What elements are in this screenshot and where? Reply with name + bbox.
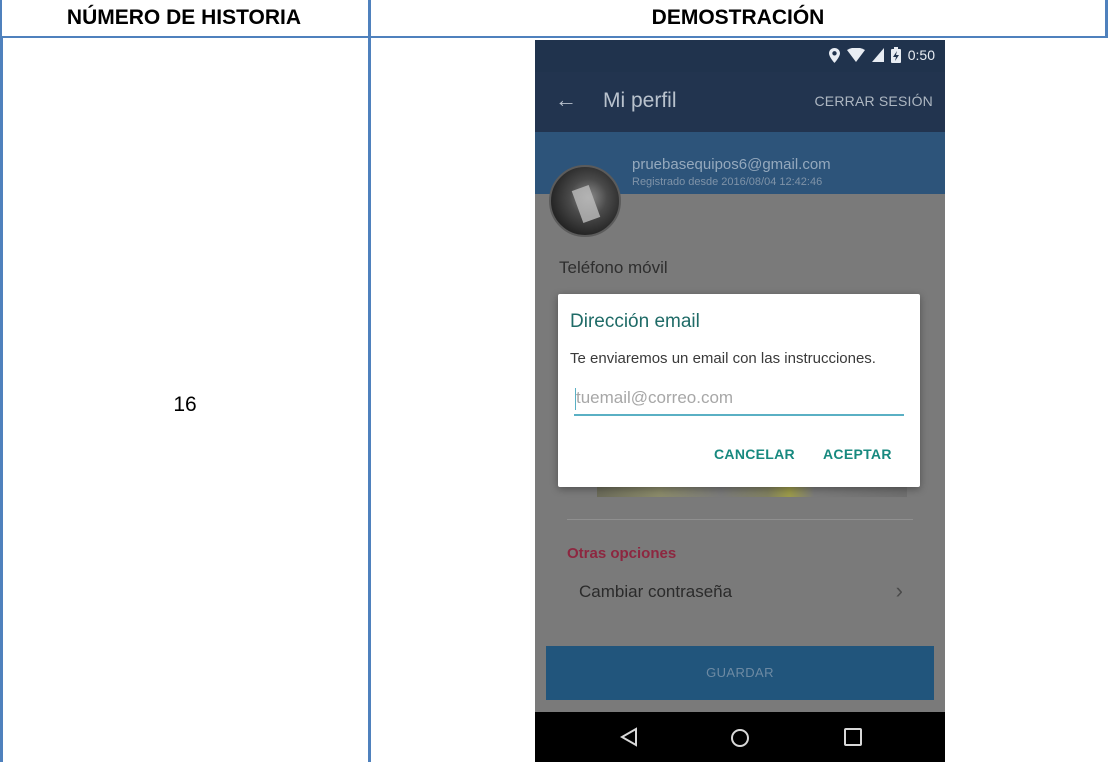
battery-icon (890, 47, 901, 63)
section-divider (567, 519, 913, 520)
app-bar: ← Mi perfil CERRAR SESIÓN (535, 72, 945, 132)
dialog-title: Dirección email (570, 311, 700, 332)
change-password-item[interactable]: Cambiar contraseña (579, 582, 732, 602)
nav-back-icon[interactable] (620, 727, 638, 747)
nav-recents-icon[interactable] (844, 728, 862, 746)
profile-registered-date: Registrado desde 2016/08/04 12:42:46 (632, 176, 823, 188)
status-time: 0:50 (907, 47, 935, 63)
profile-email: pruebasequipos6@gmail.com (632, 156, 831, 173)
status-bar: 0:50 (535, 40, 945, 72)
nav-home-icon[interactable] (730, 728, 750, 748)
wifi-icon (846, 48, 865, 62)
page-title: Mi perfil (603, 89, 677, 112)
phone-screenshot: 0:50 ← Mi perfil CERRAR SESIÓN pruebaseq… (535, 40, 945, 762)
back-arrow-icon[interactable]: ← (555, 87, 577, 113)
cancel-button[interactable]: CANCELAR (714, 446, 795, 462)
email-dialog: Dirección email Te enviaremos un email c… (558, 294, 920, 487)
story-number: 16 (173, 393, 197, 416)
accept-button[interactable]: ACEPTAR (823, 446, 892, 462)
dialog-message: Te enviaremos un email con las instrucci… (570, 350, 876, 367)
logout-button[interactable]: CERRAR SESIÓN (814, 93, 933, 109)
other-options-title: Otras opciones (567, 545, 677, 562)
avatar-photo-detail (571, 184, 601, 224)
column-header-demonstration: DEMOSTRACIÓN (651, 6, 825, 29)
mobile-phone-label: Teléfono móvil (559, 258, 668, 277)
status-icons: 0:50 (828, 47, 935, 63)
table-header-bottom-border (0, 36, 1108, 38)
save-button[interactable]: GUARDAR (546, 646, 934, 700)
text-cursor (575, 388, 576, 410)
signal-icon (871, 48, 884, 62)
location-icon (828, 47, 840, 63)
map-preview-strip (597, 487, 907, 497)
avatar[interactable] (549, 165, 621, 237)
email-input[interactable] (574, 382, 904, 416)
chevron-right-icon: › (895, 578, 903, 603)
column-header-story-number: NÚMERO DE HISTORIA (66, 6, 302, 29)
android-nav-bar (535, 712, 945, 762)
table-column-divider (368, 0, 371, 762)
